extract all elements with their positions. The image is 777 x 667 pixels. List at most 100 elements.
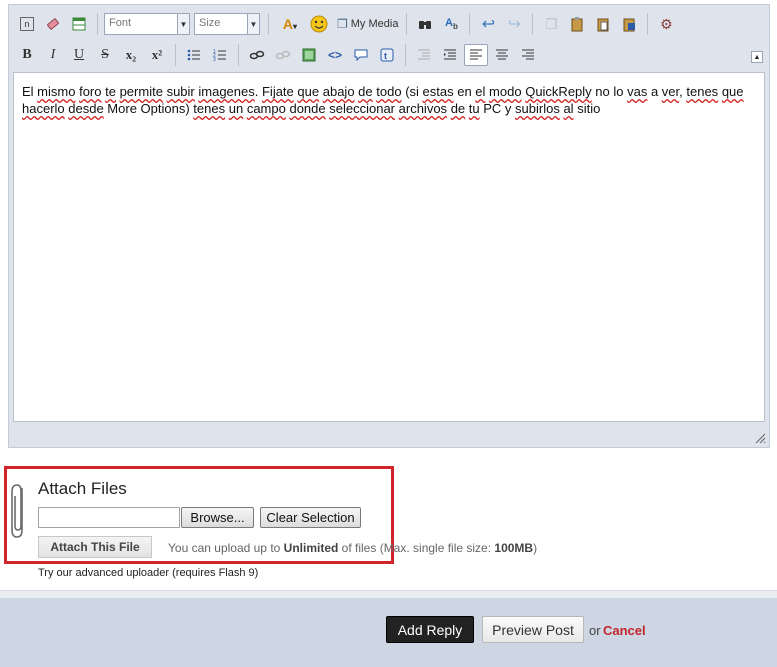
misspelled-word: ver xyxy=(661,84,680,99)
file-path-input[interactable] xyxy=(38,507,180,528)
superscript-icon: x² xyxy=(151,47,163,62)
toolbar-row-1: n Font ▼ Size ▼ A▾ ❐ My Media Ab ↩ ↪ ❐ ⚙ xyxy=(9,9,680,39)
underline-button[interactable]: U xyxy=(67,44,91,66)
superscript-button[interactable]: x² xyxy=(145,44,169,66)
text-run: en xyxy=(453,84,476,99)
toolbar-separator xyxy=(406,13,408,35)
misspelled-word: hacerlo xyxy=(22,101,65,116)
misspelled-word: desde xyxy=(68,101,104,116)
check-spelling-button[interactable]: ⚙ xyxy=(654,13,678,35)
italic-button[interactable]: I xyxy=(41,44,65,66)
misspelled-word: todo xyxy=(376,84,402,99)
redo-icon: ↪ xyxy=(507,16,522,33)
clear-selection-button[interactable]: Clear Selection xyxy=(260,507,361,528)
toolbar-row-2: B I U S x₂ x² 123 <> t xyxy=(9,40,542,70)
remove-format-button[interactable] xyxy=(41,13,65,35)
smiley-icon xyxy=(310,15,328,33)
text-color-button[interactable]: A▾ xyxy=(275,13,305,35)
text-run: (si xyxy=(401,84,423,99)
source-mode-button[interactable]: n xyxy=(15,13,39,35)
bold-button[interactable]: B xyxy=(15,44,39,66)
bullet-list-icon xyxy=(187,49,200,61)
insert-quote-button[interactable] xyxy=(349,44,373,66)
misspelled-word: donde xyxy=(289,101,326,116)
upload-limit-text: You can upload up to Unlimited of files … xyxy=(168,541,537,555)
numbered-list-button[interactable]: 123 xyxy=(208,44,232,66)
misspelled-word: mismo xyxy=(37,84,76,99)
misspelled-word: campo xyxy=(246,101,286,116)
misspelled-word: tenes xyxy=(193,101,226,116)
outdent-button[interactable] xyxy=(412,44,436,66)
insert-link-button[interactable] xyxy=(245,44,269,66)
undo-button[interactable]: ↩ xyxy=(476,13,500,35)
misspelled-word: un xyxy=(228,101,244,116)
misspelled-word: foro xyxy=(79,84,102,99)
insert-code-button[interactable]: <> xyxy=(323,44,347,66)
font-select-value: Font xyxy=(109,17,132,29)
indent-button[interactable] xyxy=(438,44,462,66)
chevron-down-icon: ▼ xyxy=(177,14,189,34)
cancel-link[interactable]: Cancel xyxy=(603,623,646,638)
collapse-toolbar-button[interactable]: ▲ xyxy=(751,51,763,63)
misspelled-word: archivos xyxy=(398,101,448,116)
find-button[interactable] xyxy=(413,13,437,35)
text-run: . xyxy=(254,84,262,99)
toolbar-separator xyxy=(175,44,176,66)
replace-button[interactable]: Ab xyxy=(439,13,463,35)
source-icon: n xyxy=(20,17,34,31)
message-textarea[interactable]: El mismo foro te permite subir imagenes.… xyxy=(13,72,765,422)
insert-image-button[interactable] xyxy=(297,44,321,66)
browse-button[interactable]: Browse... xyxy=(181,507,254,528)
strikethrough-button[interactable]: S xyxy=(93,44,117,66)
misspelled-word: te xyxy=(105,84,116,99)
copy-button[interactable]: ❐ xyxy=(539,13,563,35)
clipboard-text-icon xyxy=(597,18,609,32)
misspelled-word: imagenes xyxy=(198,84,255,99)
outdent-icon xyxy=(418,49,430,60)
advanced-uploader-link[interactable]: Try our advanced uploader (requires Flas… xyxy=(38,567,258,579)
size-select[interactable]: Size ▼ xyxy=(194,13,260,35)
image-icon xyxy=(302,48,316,62)
table-button[interactable] xyxy=(67,13,91,35)
redo-button[interactable]: ↪ xyxy=(502,13,526,35)
misspelled-word: vas xyxy=(627,84,648,99)
paste-word-button[interactable] xyxy=(617,13,641,35)
bullet-list-button[interactable] xyxy=(182,44,206,66)
table-icon xyxy=(72,17,86,31)
add-reply-button[interactable]: Add Reply xyxy=(386,616,474,643)
align-center-button[interactable] xyxy=(490,44,514,66)
misspelled-word: tenes xyxy=(686,84,719,99)
upload-size-value: 100MB xyxy=(494,541,534,555)
font-select[interactable]: Font ▼ xyxy=(104,13,190,35)
misspelled-word: QuickReply xyxy=(525,84,592,99)
unlink-button[interactable] xyxy=(271,44,295,66)
upload-mid: of files (Max. single file size: xyxy=(338,541,495,555)
subscript-button[interactable]: x₂ xyxy=(119,44,143,66)
misspelled-word: subir xyxy=(166,84,195,99)
strikethrough-icon: S xyxy=(101,47,109,62)
replace-icon: Ab xyxy=(445,16,458,32)
align-right-button[interactable] xyxy=(516,44,540,66)
indent-icon xyxy=(444,49,456,60)
link-icon xyxy=(249,50,265,60)
toolbar-separator xyxy=(469,13,471,35)
clipboard-word-icon xyxy=(623,18,636,32)
clipboard-icon xyxy=(571,17,583,32)
text-color-icon: A▾ xyxy=(282,16,298,32)
preview-post-button[interactable]: Preview Post xyxy=(482,616,584,643)
smilies-button[interactable] xyxy=(307,13,331,35)
attach-files-title: Attach Files xyxy=(38,479,127,498)
subscript-icon: x₂ xyxy=(125,47,137,62)
text-run: PC y xyxy=(479,101,516,116)
speech-bubble-icon xyxy=(354,49,368,62)
my-media-button[interactable]: ❐ My Media xyxy=(333,13,402,35)
align-left-button[interactable] xyxy=(464,44,488,66)
attach-this-file-button[interactable]: Attach This File xyxy=(38,536,152,558)
misspelled-word: estas xyxy=(422,84,454,99)
resize-grip-icon[interactable] xyxy=(754,432,766,444)
paste-button[interactable] xyxy=(565,13,589,35)
eraser-icon xyxy=(47,18,59,30)
undo-icon: ↩ xyxy=(481,16,496,33)
insert-twitter-button[interactable]: t xyxy=(375,44,399,66)
paste-text-button[interactable] xyxy=(591,13,615,35)
